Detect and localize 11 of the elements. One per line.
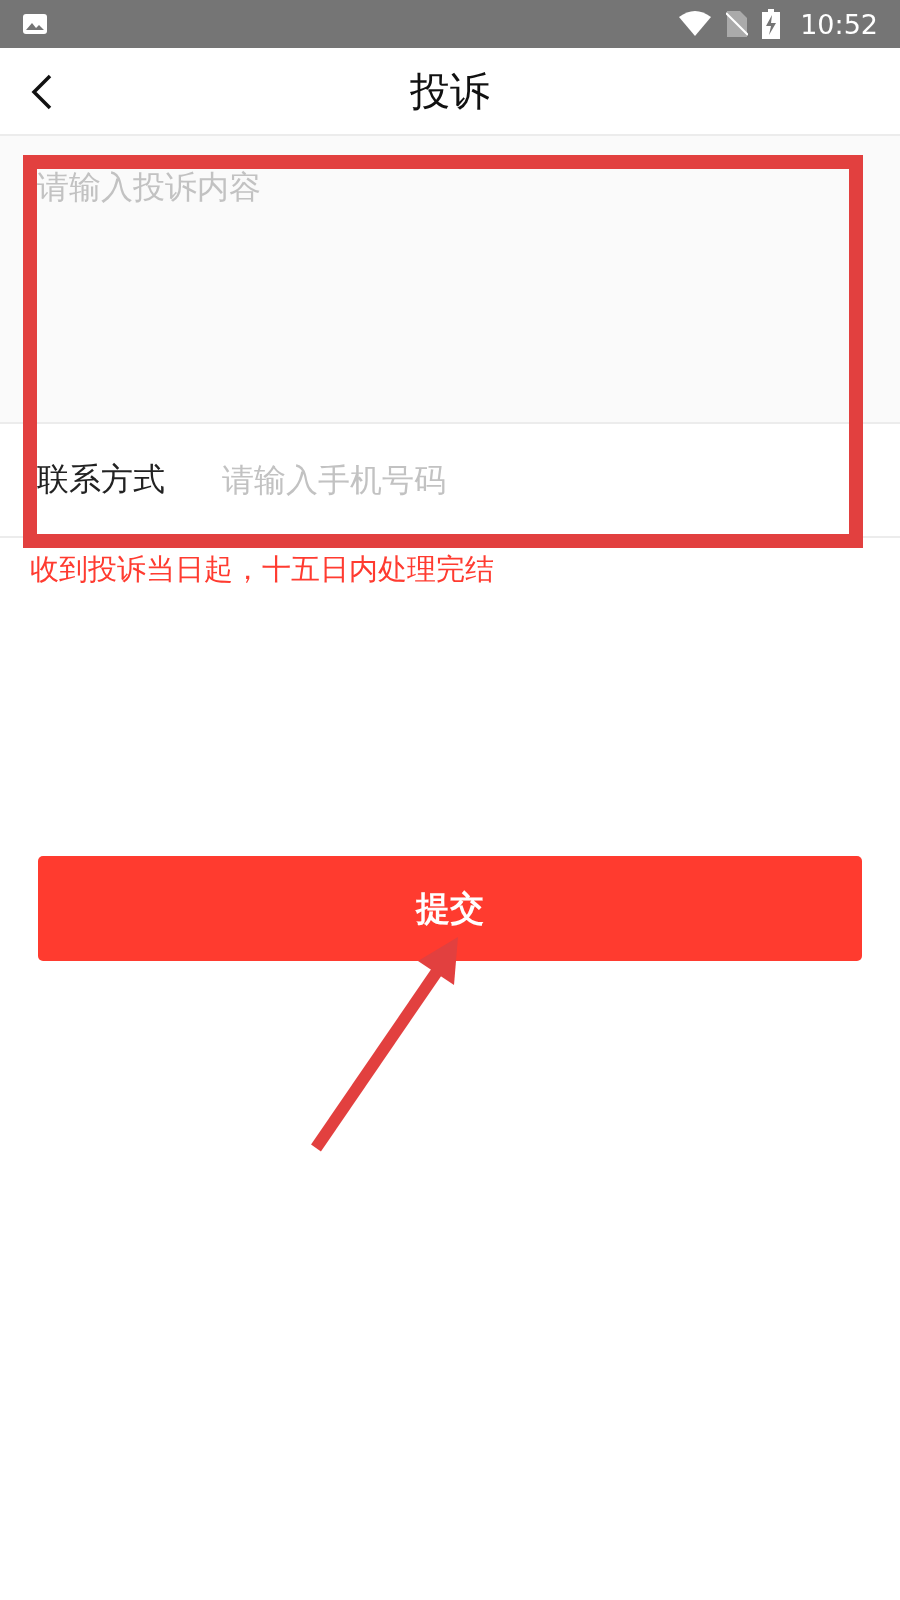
contact-label: 联系方式 (37, 459, 166, 500)
no-sim-icon (726, 10, 749, 38)
submit-button[interactable]: 提交 (38, 856, 862, 961)
complaint-input-field[interactable]: 请输入投诉内容 (0, 136, 900, 424)
processing-notice: 收到投诉当日起，十五日内处理完结 (30, 551, 495, 588)
phone-input-field[interactable]: 请输入手机号码 (220, 460, 863, 500)
status-time: 10:52 (800, 8, 878, 40)
page-title: 投诉 (410, 66, 490, 116)
image-icon (22, 13, 48, 35)
wifi-icon (678, 11, 713, 37)
battery-charging-icon (762, 9, 781, 39)
